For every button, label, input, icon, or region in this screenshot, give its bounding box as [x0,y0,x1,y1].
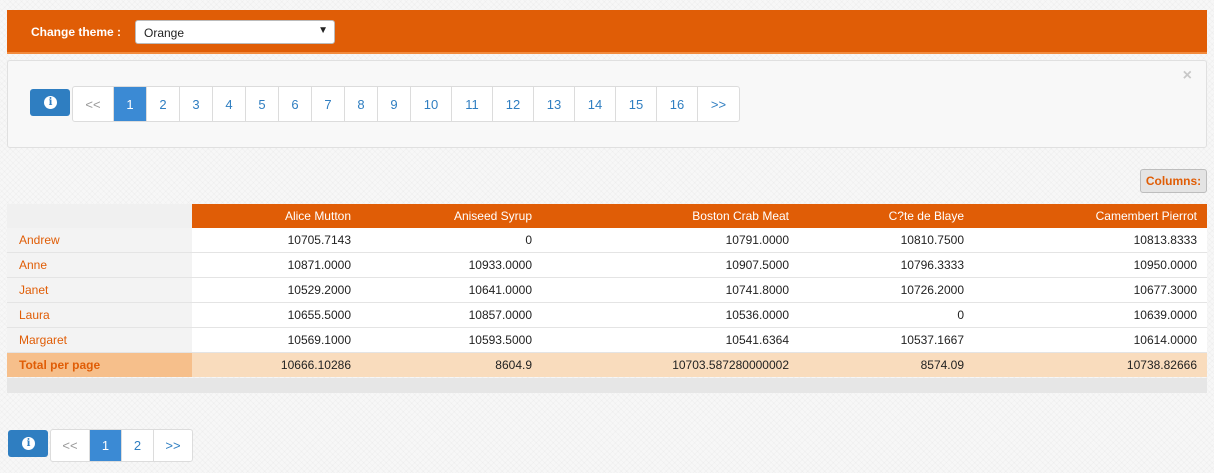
total-row-header: Total per page [7,352,192,377]
page-7[interactable]: 7 [312,87,345,121]
table-cell: 10537.1667 [799,327,974,353]
page-1[interactable]: 1 [90,430,122,461]
table-cell: 0 [799,302,974,328]
table-cell: 10810.7500 [799,228,974,253]
page-12[interactable]: 12 [493,87,534,121]
table-cell: 10907.5000 [542,252,799,278]
info-icon: i [22,437,35,450]
table-cell: 10871.0000 [192,252,361,278]
table-cell: 10641.0000 [361,277,542,303]
page-14[interactable]: 14 [575,87,616,121]
page-2[interactable]: 2 [122,430,154,461]
row-header[interactable]: Anne [7,252,192,278]
total-cell: 8604.9 [361,352,542,377]
column-header[interactable]: Camembert Pierrot [974,204,1207,228]
table-cell: 10791.0000 [542,228,799,253]
info-icon: i [44,96,57,109]
table-row: Anne 10871.0000 10933.0000 10907.5000 10… [7,252,1207,278]
row-header[interactable]: Janet [7,277,192,303]
close-icon[interactable]: × [1183,67,1192,85]
table-cell: 10569.1000 [192,327,361,353]
page-11[interactable]: 11 [452,87,493,121]
page-3[interactable]: 3 [180,87,213,121]
table-cell: 10705.7143 [192,228,361,253]
table-cell: 10536.0000 [542,302,799,328]
table-cell: 10741.8000 [542,277,799,303]
table-row: Andrew 10705.7143 0 10791.0000 10810.750… [7,228,1207,253]
table-row: Margaret 10569.1000 10593.5000 10541.636… [7,327,1207,353]
table-row: Janet 10529.2000 10641.0000 10741.8000 1… [7,277,1207,303]
info-button[interactable]: i [30,89,70,116]
bottom-pagination: << 1 2 >> [50,429,193,462]
chevron-down-icon: ▼ [318,25,328,36]
table-cell: 10593.5000 [361,327,542,353]
total-cell: 8574.09 [799,352,974,377]
theme-select-value: Orange [144,26,185,40]
table-cell: 10529.2000 [192,277,361,303]
total-cell: 10703.587280000002 [542,352,799,377]
table-cell: 10813.8333 [974,228,1207,253]
row-header[interactable]: Laura [7,302,192,328]
column-header[interactable]: Aniseed Syrup [361,204,542,228]
page-prev[interactable]: << [73,87,114,121]
corner-cell [7,204,192,228]
table-cell: 10933.0000 [361,252,542,278]
page-next[interactable]: >> [154,430,192,461]
total-cell: 10738.82666 [974,352,1207,377]
top-pagination: << 1 2 3 4 5 6 7 8 9 10 11 12 13 14 15 1… [72,86,740,122]
horizontal-scrollbar[interactable] [7,378,1207,393]
total-cell: 10666.10286 [192,352,361,377]
page-15[interactable]: 15 [616,87,657,121]
row-header[interactable]: Margaret [7,327,192,353]
column-header[interactable]: C?te de Blaye [799,204,974,228]
table-cell: 10857.0000 [361,302,542,328]
page-13[interactable]: 13 [534,87,575,121]
page-prev[interactable]: << [51,430,90,461]
page-5[interactable]: 5 [246,87,279,121]
page-16[interactable]: 16 [657,87,698,121]
theme-label: Change theme : [31,25,122,39]
table-cell: 10614.0000 [974,327,1207,353]
page-next[interactable]: >> [698,87,739,121]
page-9[interactable]: 9 [378,87,411,121]
table-row: Laura 10655.5000 10857.0000 10536.0000 0… [7,302,1207,328]
pivot-table: Alice Mutton Aniseed Syrup Boston Crab M… [7,204,1207,377]
page-4[interactable]: 4 [213,87,246,121]
column-header[interactable]: Boston Crab Meat [542,204,799,228]
columns-button[interactable]: Columns: [1140,169,1207,193]
page-8[interactable]: 8 [345,87,378,121]
theme-select[interactable]: Orange ▼ [135,20,335,44]
table-cell: 10677.3000 [974,277,1207,303]
table-cell: 10796.3333 [799,252,974,278]
theme-toolbar: Change theme : Orange ▼ [7,10,1207,54]
page-2[interactable]: 2 [147,87,180,121]
table-cell: 10726.2000 [799,277,974,303]
page-6[interactable]: 6 [279,87,312,121]
page-10[interactable]: 10 [411,87,452,121]
info-button-bottom[interactable]: i [8,430,48,457]
table-cell: 10655.5000 [192,302,361,328]
total-row: Total per page 10666.10286 8604.9 10703.… [7,352,1207,377]
table-cell: 10950.0000 [974,252,1207,278]
table-cell: 10541.6364 [542,327,799,353]
table-cell: 10639.0000 [974,302,1207,328]
page-1[interactable]: 1 [114,87,147,121]
table-cell: 0 [361,228,542,253]
header-row: Alice Mutton Aniseed Syrup Boston Crab M… [7,204,1207,228]
row-header[interactable]: Andrew [7,228,192,253]
column-header[interactable]: Alice Mutton [192,204,361,228]
